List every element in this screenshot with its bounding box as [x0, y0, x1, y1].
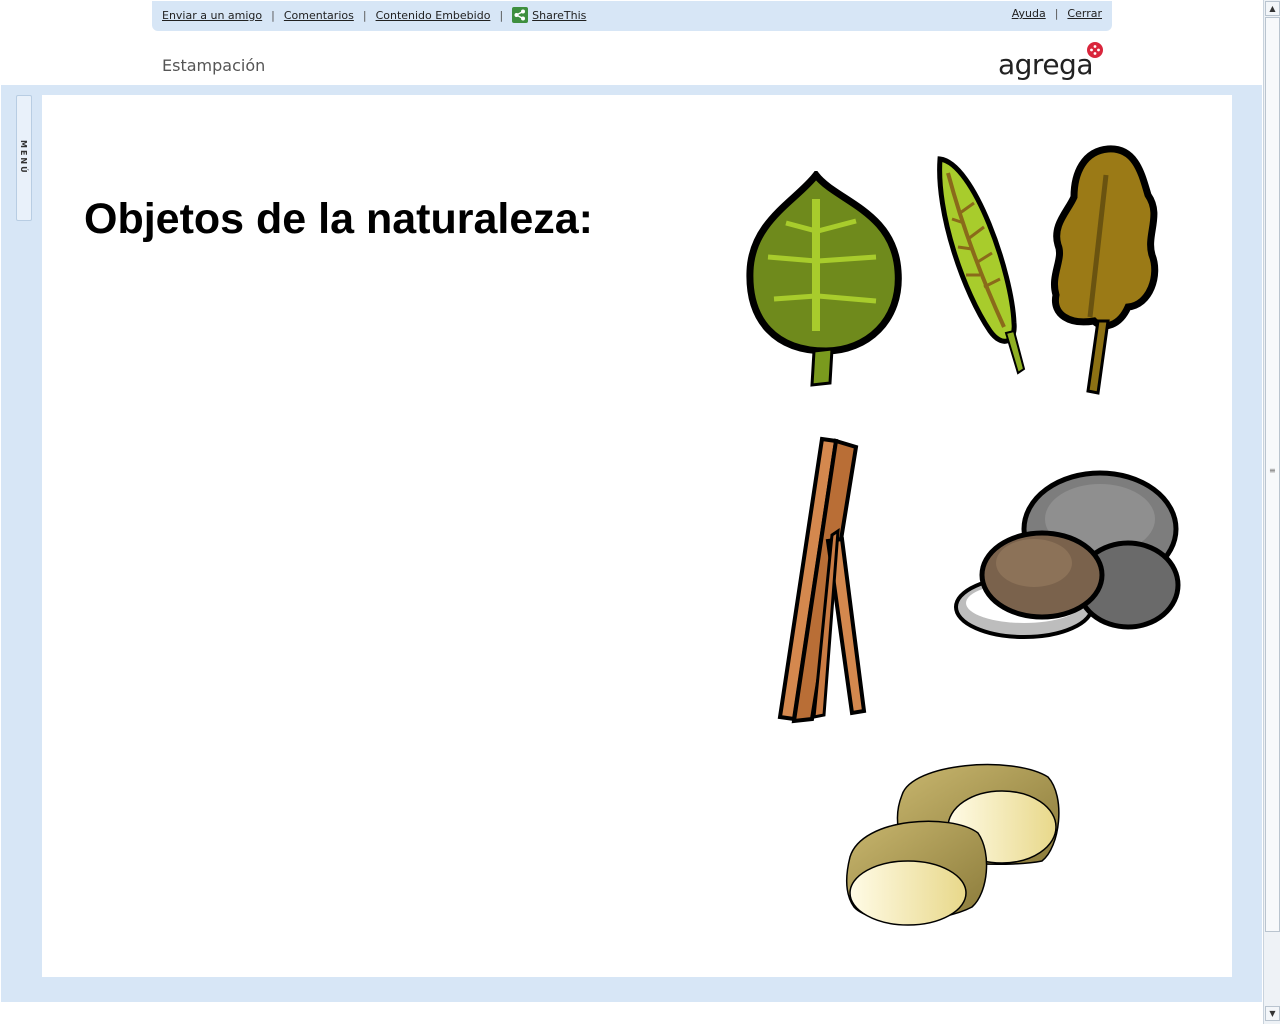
stick-icon — [777, 436, 867, 724]
sharethis-link[interactable]: ShareThis — [532, 9, 586, 22]
separator: | — [1054, 7, 1059, 20]
separator: | — [271, 8, 275, 22]
leaf-icon — [937, 156, 1026, 375]
logo-text: agrega — [998, 48, 1094, 81]
embedded-content-link[interactable]: Contenido Embebido — [376, 9, 491, 22]
agrega-logo[interactable]: agrega — [998, 42, 1110, 86]
scroll-down-button[interactable]: ▼ — [1265, 1006, 1280, 1021]
help-link[interactable]: Ayuda — [1012, 7, 1046, 20]
top-toolbar: Enviar a un amigo | Comentarios | Conten… — [152, 1, 1112, 31]
menu-tab-label: MENÚ — [19, 140, 28, 175]
course-title: Estampación — [162, 56, 266, 75]
separator: | — [499, 8, 504, 22]
toolbar-right: Ayuda | Cerrar — [1012, 7, 1102, 20]
leaf-icon — [746, 171, 902, 387]
scrollbar-grip-icon: ≡ — [1269, 466, 1276, 475]
share-icon[interactable] — [512, 7, 529, 23]
close-link[interactable]: Cerrar — [1067, 7, 1102, 20]
toolbar-left: Enviar a un amigo | Comentarios | Conten… — [162, 7, 586, 23]
potato-icon — [846, 763, 1060, 926]
stone-icon — [954, 470, 1181, 639]
leaf-icon — [1051, 145, 1159, 395]
send-to-friend-link[interactable]: Enviar a un amigo — [162, 9, 262, 22]
comments-link[interactable]: Comentarios — [284, 9, 354, 22]
slide-title: Objetos de la naturaleza: — [84, 195, 593, 243]
scrollbar-thumb[interactable]: ≡ — [1265, 17, 1280, 932]
slide-stage: Objetos de la naturaleza: — [42, 95, 1232, 977]
separator: | — [362, 8, 367, 22]
scroll-up-button[interactable]: ▲ — [1265, 1, 1280, 16]
menu-tab[interactable]: MENÚ — [16, 95, 32, 221]
logo-dots-icon — [1087, 42, 1103, 58]
vertical-scrollbar[interactable]: ▲ ≡ ▼ — [1263, 0, 1280, 1024]
